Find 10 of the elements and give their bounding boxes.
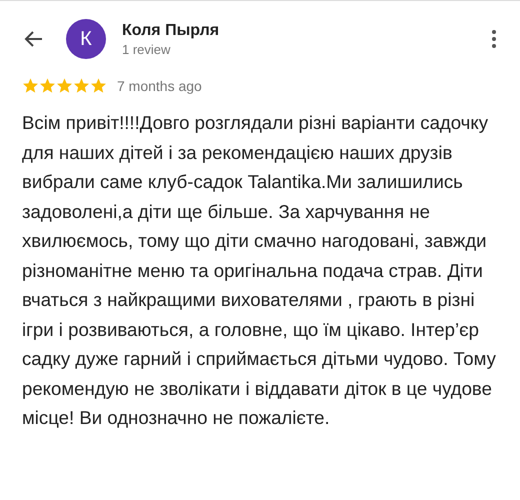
- star-icon: [56, 77, 73, 94]
- star-icon: [22, 77, 39, 94]
- star-icon: [73, 77, 90, 94]
- avatar: К: [66, 19, 106, 59]
- review-text: Всім привіт!!!!Довго розглядали різні варіанти садочку для наших дітей і за рекомендацією наших друзів вибрали саме клуб-садок Talantika.Ми залишились задоволені,а діти ще більше. За харчування не хвилюємось, тому що діти смачно нагодовані, завжди різноманітне меню та оригінальна подача страв. Діти вчаться з найкращими вихователями , грають в різні ігри і розвиваються, а головне, що їм цікаво. Інтер’єр садку дуже гарний і сприймається дітьми чудово. Тому рекомендую не зволікати і віддавати діток в це чудове місце! Ви однозначно не пожалієте.: [22, 111, 497, 430]
- reviewer-name[interactable]: Коля Пырля: [122, 22, 482, 40]
- star-icon: [39, 77, 56, 94]
- star-icon: [90, 77, 107, 94]
- review-date: 7 months ago: [117, 78, 202, 94]
- review-count: 1 review: [122, 42, 172, 56]
